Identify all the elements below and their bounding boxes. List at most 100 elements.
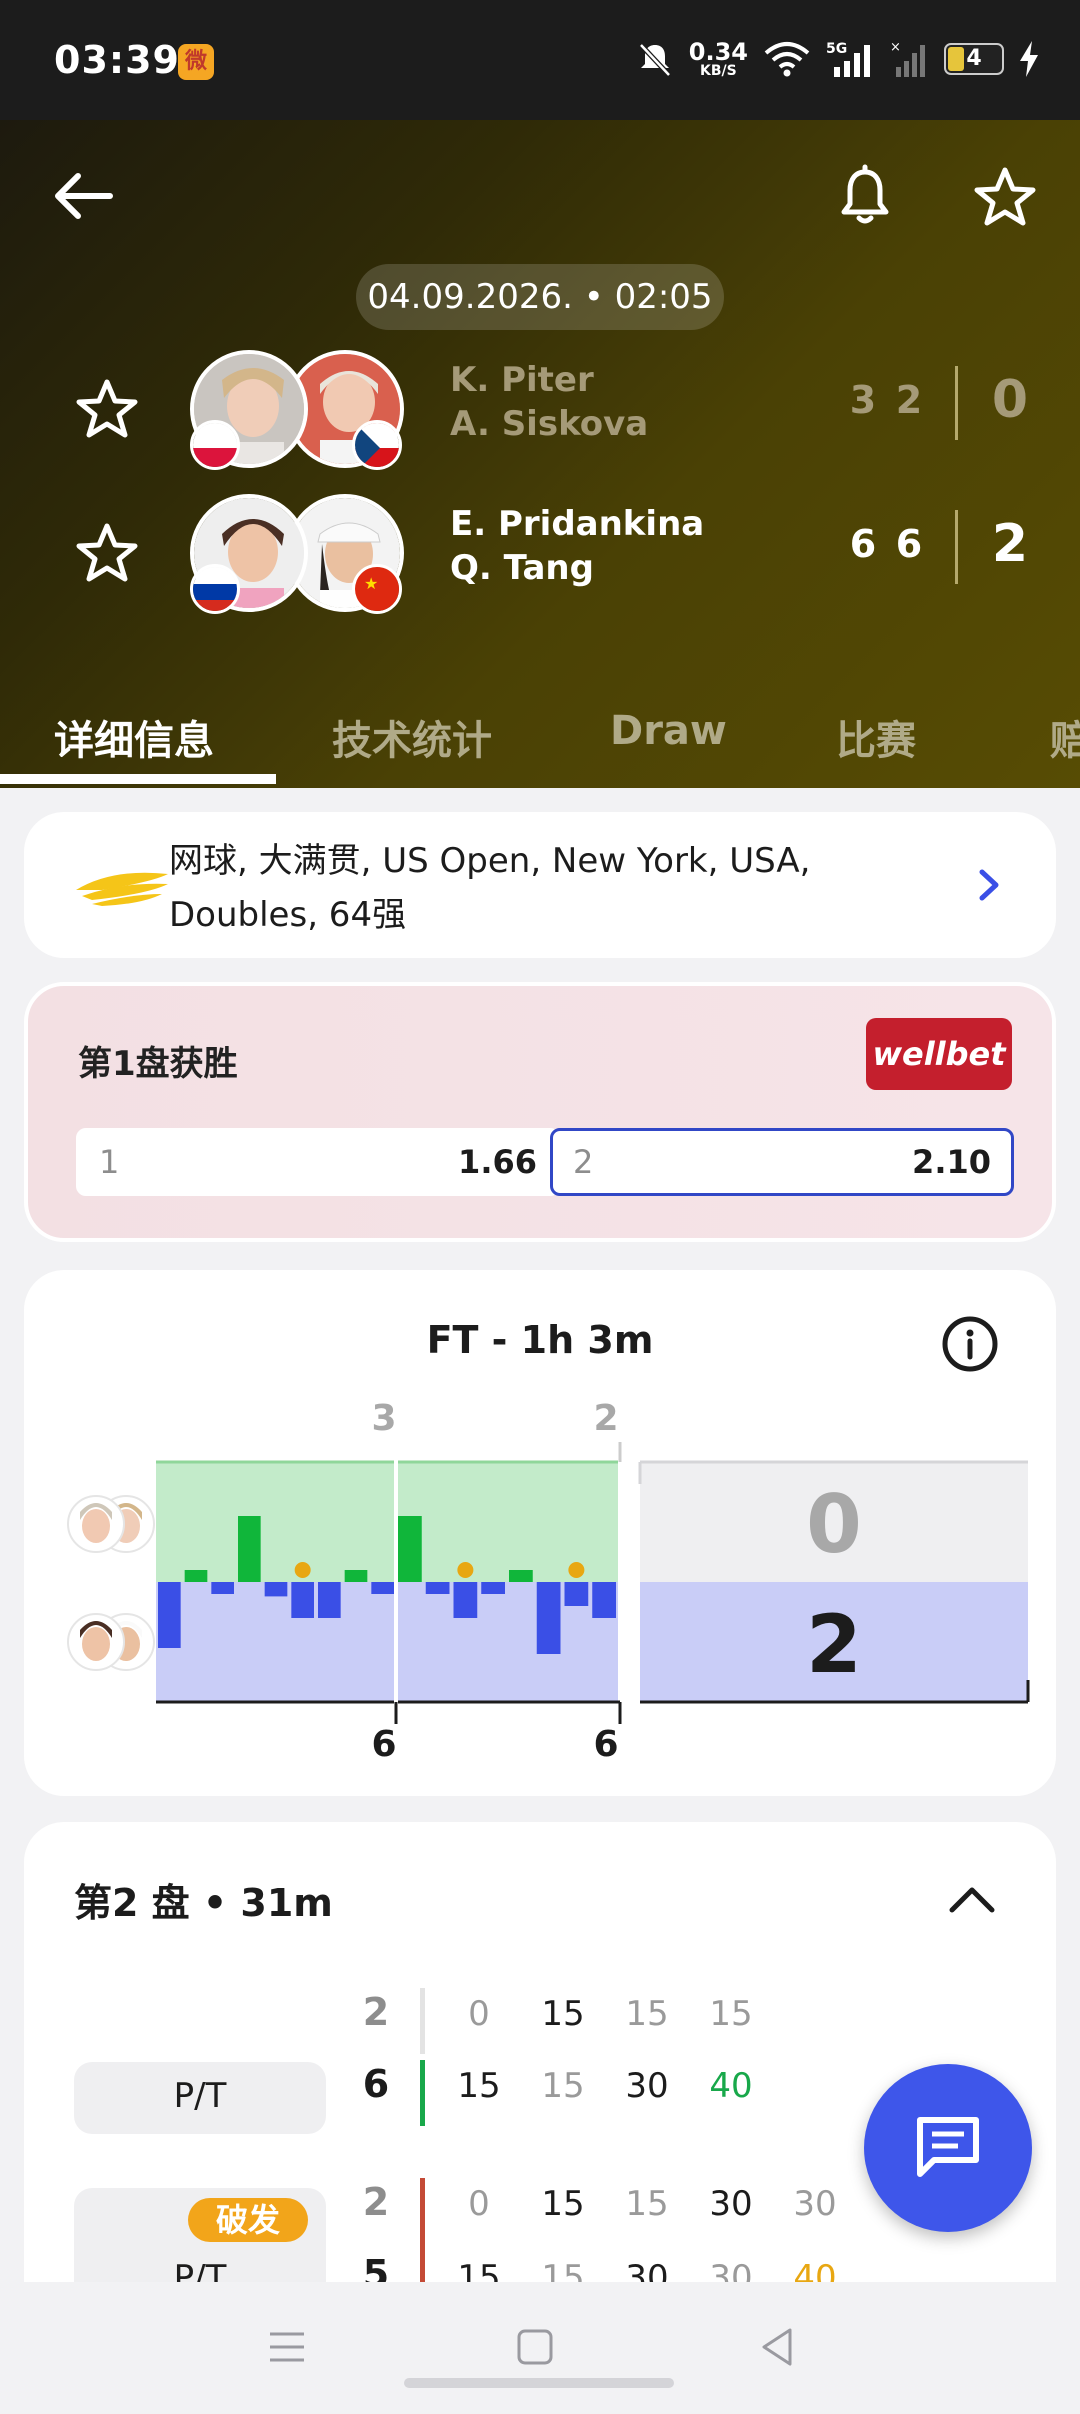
games-top: 2	[362, 1990, 390, 2034]
point-score: 30	[793, 2184, 837, 2224]
momentum-bar	[264, 1582, 288, 1597]
team2-set1-score: 6	[849, 522, 877, 566]
point-score: 15	[541, 1994, 585, 2034]
status-time: 03:39	[54, 38, 180, 82]
point-score: 0	[468, 1994, 490, 2034]
score-divider	[955, 366, 958, 440]
odd-option-key: 1	[99, 1143, 120, 1181]
player-pill[interactable]: P/T	[74, 2062, 326, 2134]
tournament-card[interactable]: 网球, 大满贯, US Open, New York, USA, Doubles…	[24, 812, 1056, 958]
momentum-bar	[453, 1582, 478, 1618]
chevron-up-icon[interactable]	[944, 1872, 1000, 1928]
odd-option-2[interactable]: 2 2.10	[550, 1128, 1014, 1196]
team1-mini-avatar-face	[82, 1509, 110, 1543]
final-score-team2: 2	[806, 1598, 862, 1691]
wellbet-logo[interactable]: wellbet	[866, 1018, 1012, 1090]
momentum-bar	[564, 1582, 589, 1606]
momentum-chart: 3 2 6 6 0 2	[67, 1398, 1030, 1765]
set-score-team1-label: 2	[593, 1398, 618, 1439]
point-score: 30	[709, 2184, 753, 2224]
point-score: 15	[541, 2066, 585, 2106]
favorite-star-icon[interactable]	[970, 162, 1040, 232]
team1-favorite-star-icon[interactable]	[72, 374, 142, 444]
point-score: 30	[625, 2066, 669, 2106]
signal-sim2-icon: ×	[890, 40, 925, 77]
point-score: 15	[541, 2184, 585, 2224]
momentum-bar	[158, 1582, 181, 1648]
chevron-right-icon[interactable]	[964, 860, 1014, 910]
back-triangle-icon[interactable]	[752, 2322, 802, 2372]
team2-favorite-star-icon[interactable]	[72, 518, 142, 588]
team1-total-sets: 0	[991, 370, 1029, 430]
tab-odds[interactable]: 赔	[1050, 708, 1080, 766]
home-square-icon[interactable]	[510, 2322, 560, 2372]
game-divider-bottom	[420, 2060, 425, 2126]
momentum-bar	[211, 1582, 234, 1594]
svg-text:★: ★	[364, 574, 378, 593]
team1-row: K. Piter A. Siskova 32 0	[0, 348, 1080, 470]
signal-5g-icon: 5G	[826, 41, 870, 77]
momentum-bar	[398, 1516, 422, 1582]
odd-option-value: 1.66	[458, 1143, 537, 1181]
momentum-bar	[592, 1582, 616, 1618]
tournament-line2: Doubles, 64强	[169, 895, 407, 935]
mute-bell-icon	[638, 43, 671, 77]
tab-details[interactable]: 详细信息	[54, 708, 214, 766]
set-score-team2-label: 6	[593, 1724, 618, 1765]
momentum-bar	[318, 1582, 341, 1618]
tab-matches[interactable]: 比赛	[836, 708, 916, 766]
battery-icon: 4	[944, 43, 1004, 75]
back-arrow-icon[interactable]	[48, 160, 120, 232]
team2-names[interactable]: E. Pridankina Q. Tang	[450, 502, 704, 590]
team2-player2-name: Q. Tang	[450, 548, 594, 588]
russia-flag-icon	[190, 564, 240, 614]
chat-fab-button[interactable]	[864, 2064, 1032, 2232]
team1-set2-score: 2	[895, 378, 923, 422]
system-nav-bar	[0, 2282, 1080, 2414]
odd-option-value: 2.10	[912, 1143, 991, 1181]
odds-market-title: 第1盘获胜	[78, 1044, 238, 1084]
momentum-bar	[481, 1582, 505, 1594]
bell-icon[interactable]	[830, 162, 900, 232]
break-marker-icon	[294, 1562, 311, 1578]
poland-flag-icon	[190, 420, 240, 470]
match-header: 04.09.2026. • 02:05 K. Piter A. Siskova …	[0, 120, 1080, 788]
momentum-bar	[536, 1582, 561, 1654]
momentum-card: FT - 1h 3m 326602	[24, 1270, 1056, 1796]
point-score: 15	[457, 2066, 501, 2106]
czech-flag-icon	[352, 420, 402, 470]
chat-icon	[917, 2117, 979, 2177]
team1-area	[156, 1462, 618, 1582]
team1-set1-score: 3	[849, 378, 877, 422]
team1-player2-name: A. Siskova	[450, 404, 649, 444]
final-score-team1: 0	[806, 1478, 862, 1571]
point-score: 15	[625, 1994, 669, 2034]
games-top: 2	[362, 2180, 390, 2224]
match-date: 04.09.2026. • 02:05	[356, 264, 724, 330]
point-score: 15	[709, 1994, 753, 2034]
set-score-team1-label: 3	[371, 1398, 396, 1439]
team1-set-scores: 32	[840, 378, 932, 422]
point-score: 15	[625, 2184, 669, 2224]
momentum-bar	[509, 1570, 533, 1582]
net-speed: 0.34 KB/S	[688, 38, 748, 79]
tab-stats[interactable]: 技术统计	[332, 708, 492, 766]
team1-names[interactable]: K. Piter A. Siskova	[450, 358, 648, 446]
set-score-team2-label: 6	[371, 1724, 396, 1765]
point-score: 0	[468, 2184, 490, 2224]
menu-icon[interactable]	[262, 2322, 312, 2372]
point-score: 40	[709, 2066, 753, 2106]
momentum-bar	[371, 1582, 394, 1594]
tab-draw[interactable]: Draw	[610, 708, 727, 754]
status-bar: 03:39 微 0.34 KB/S 5G × 4	[0, 0, 1080, 120]
momentum-bar	[291, 1582, 314, 1618]
break-marker-icon	[568, 1562, 585, 1578]
momentum-bar	[425, 1582, 450, 1594]
team2-mini-avatar-b-face	[82, 1627, 110, 1661]
team2-total-sets: 2	[991, 514, 1029, 574]
team2-set2-score: 6	[895, 522, 923, 566]
odd-option-1[interactable]: 1 1.66	[76, 1128, 560, 1196]
china-flag-icon: ★	[352, 564, 402, 614]
status-icons: 0.34 KB/S 5G × 4	[635, 34, 1040, 84]
svg-text:×: ×	[890, 40, 901, 55]
